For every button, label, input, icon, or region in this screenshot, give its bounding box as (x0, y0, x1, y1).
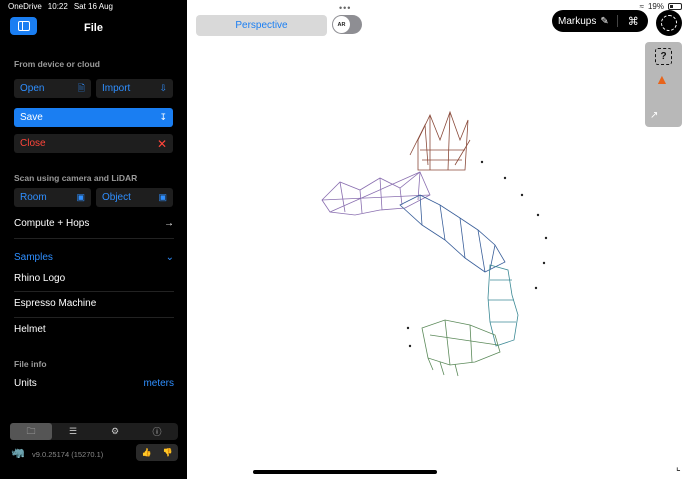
close-button[interactable]: Close ✕ (14, 134, 173, 153)
close-icon: ✕ (156, 136, 167, 151)
save-icon: ↧ (159, 112, 167, 122)
thumbs-up-icon[interactable]: 👍 (142, 448, 152, 457)
help-icon: ⓘ (152, 427, 162, 437)
status-time: 10:22 (47, 2, 68, 11)
feedback-buttons: 👍 👎 (136, 444, 178, 461)
units-label: Units (14, 378, 37, 389)
save-label: Save (20, 112, 43, 123)
app-screen: OneDrive 10:22 Sat 16 Aug File From devi… (0, 0, 690, 479)
object-label: Object (102, 192, 131, 203)
divider (14, 238, 174, 239)
markup-icon[interactable]: ✎ (600, 16, 608, 27)
file-sidebar: OneDrive 10:22 Sat 16 Aug File From devi… (0, 0, 187, 479)
compute-hops-item[interactable]: Compute + Hops → (14, 218, 174, 229)
units-row[interactable]: Units meters (14, 378, 174, 389)
save-button[interactable]: Save ↧ (14, 108, 173, 127)
command-icon[interactable]: ⌘ (628, 15, 639, 28)
units-value: meters (143, 378, 174, 389)
model-arm-left (321, 171, 431, 216)
close-label: Close (20, 138, 46, 149)
multitask-dots[interactable]: ••• (339, 3, 351, 13)
model-cluster-top (409, 110, 471, 171)
markups-button[interactable]: Markups (558, 16, 596, 27)
battery-icon (668, 3, 682, 10)
section-from-device: From device or cloud (14, 59, 100, 69)
view-selector-button[interactable]: Perspective (196, 15, 327, 36)
ar-label: AR (333, 16, 350, 33)
battery-percent: 19% (647, 2, 664, 11)
samples-label: Samples (14, 252, 53, 263)
tab-help[interactable]: ⓘ (136, 423, 178, 440)
room-label: Room (20, 192, 47, 203)
import-icon: ⇩ (159, 83, 167, 93)
ar-toggle[interactable]: AR (332, 15, 362, 34)
model-mid-blue (399, 194, 506, 273)
samples-header[interactable]: Samples ⌄ (14, 252, 174, 263)
version-label: v9.0.25174 (15270.1) (32, 450, 104, 459)
status-bar-right: ≈ 19% (640, 2, 682, 11)
cursor-mode-button[interactable] (656, 10, 682, 36)
toolbar-separator (616, 15, 618, 27)
import-label: Import (102, 83, 131, 94)
sidebar-tabbar: 🗀 ☰ ⚙ ⓘ (10, 423, 178, 440)
fire-icon[interactable]: ▲ (655, 71, 669, 87)
tab-layers[interactable]: ☰ (52, 423, 94, 440)
divider (14, 291, 174, 292)
expand-icon[interactable]: ↗ (650, 110, 658, 121)
sample-item[interactable]: Rhino Logo (14, 273, 174, 284)
object-scan-button[interactable]: Object ▣ (96, 188, 173, 207)
open-button[interactable]: Open 🗎 (14, 79, 91, 98)
folder-icon: 🗀 (26, 425, 36, 436)
status-date: Sat 16 Aug (73, 2, 113, 11)
section-file-info: File info (14, 359, 47, 369)
model-base-green (421, 319, 501, 377)
help-box-icon[interactable]: ? (655, 48, 672, 65)
open-label: Open (20, 83, 45, 94)
divider (14, 317, 174, 318)
cursor-icon (661, 15, 677, 31)
wifi-icon: ≈ (639, 2, 644, 11)
sidebar-title: File (84, 22, 103, 34)
layers-icon: ☰ (68, 426, 78, 436)
model-point-markers (406, 160, 548, 348)
gear-icon: ⚙ (110, 426, 120, 436)
scan-object-icon: ▣ (158, 192, 167, 202)
chevron-down-icon: ⌄ (165, 252, 174, 263)
home-indicator[interactable] (253, 470, 437, 474)
status-bar-left: OneDrive 10:22 Sat 16 Aug (8, 2, 113, 11)
side-tool-panel: ? ▲ ↗ (645, 42, 682, 127)
compute-label: Compute + Hops (14, 218, 90, 229)
tab-file[interactable]: 🗀 (10, 423, 52, 440)
sample-item[interactable]: Espresso Machine (14, 298, 174, 309)
room-scan-button[interactable]: Room ▣ (14, 188, 91, 207)
sample-label: Helmet (14, 324, 46, 335)
scan-room-icon: ▣ (76, 192, 85, 202)
rhino-icon: 🦏 (11, 447, 25, 459)
sample-item[interactable]: Helmet (14, 324, 174, 335)
markups-toolbar: Markups ✎ ⌘ (552, 10, 648, 32)
document-icon: 🗎 (77, 82, 85, 93)
carrier-label: OneDrive (8, 2, 42, 11)
sample-label: Espresso Machine (14, 298, 97, 309)
arrow-right-icon: → (164, 218, 174, 229)
import-button[interactable]: Import ⇩ (96, 79, 173, 98)
lattice-3d-model[interactable] (300, 100, 560, 380)
tab-settings[interactable]: ⚙ (94, 423, 136, 440)
resize-corner-icon[interactable]: ⌞ (676, 462, 681, 473)
sample-label: Rhino Logo (14, 273, 66, 284)
section-scan: Scan using camera and LiDAR (14, 173, 138, 183)
thumbs-down-icon[interactable]: 👎 (163, 448, 173, 457)
